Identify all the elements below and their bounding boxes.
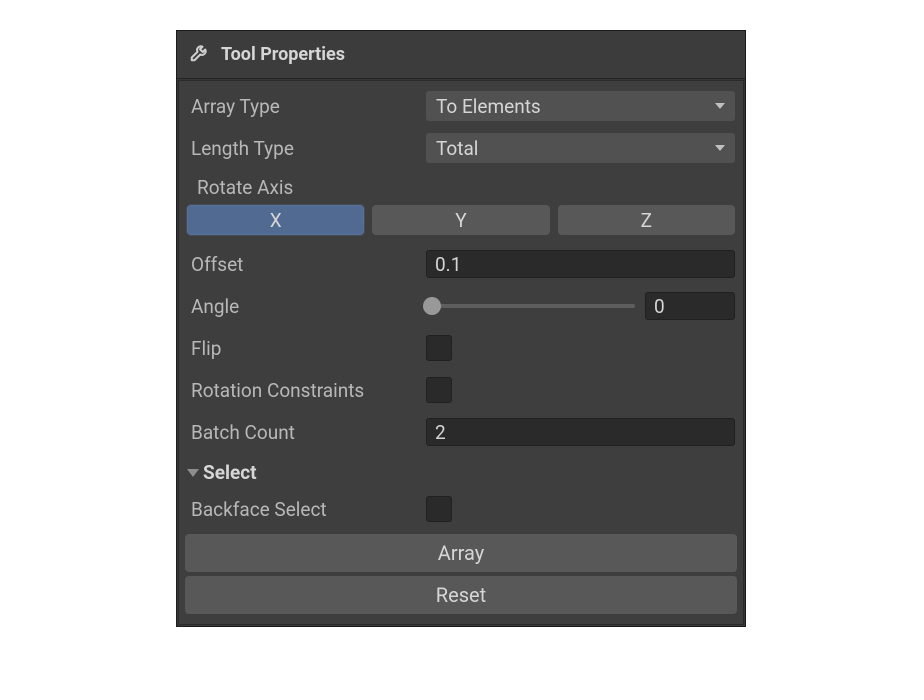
row-flip: Flip xyxy=(183,327,739,369)
row-rotation-constraints: Rotation Constraints xyxy=(183,369,739,411)
dropdown-length-type[interactable]: Total xyxy=(426,133,735,163)
slider-angle-thumb[interactable] xyxy=(423,297,441,315)
input-offset[interactable]: 0.1 xyxy=(426,250,735,278)
checkbox-backface-select[interactable] xyxy=(426,496,452,522)
label-angle: Angle xyxy=(187,295,426,318)
checkbox-rotation-constraints[interactable] xyxy=(426,377,452,403)
axis-button-y[interactable]: Y xyxy=(372,205,549,235)
axis-button-z[interactable]: Z xyxy=(558,205,735,235)
input-batch-count[interactable]: 2 xyxy=(426,418,735,446)
chevron-down-icon xyxy=(187,469,199,477)
panel-body: Array Type To Elements Length Type Total… xyxy=(178,80,744,625)
reset-button[interactable]: Reset xyxy=(185,576,737,614)
panel-header: Tool Properties xyxy=(177,31,745,79)
row-batch-count: Batch Count 2 xyxy=(183,411,739,453)
row-array-type: Array Type To Elements xyxy=(183,85,739,127)
label-flip: Flip xyxy=(187,337,426,360)
slider-angle[interactable] xyxy=(426,304,635,308)
dropdown-length-type-value: Total xyxy=(436,137,478,160)
label-offset: Offset xyxy=(187,253,426,276)
chevron-down-icon xyxy=(715,145,725,151)
row-offset: Offset 0.1 xyxy=(183,243,739,285)
row-rotate-axis-label: Rotate Axis xyxy=(183,169,739,201)
panel-title: Tool Properties xyxy=(221,44,345,65)
dropdown-array-type-value: To Elements xyxy=(436,95,541,118)
input-angle[interactable]: 0 xyxy=(645,292,735,320)
slider-angle-wrap: 0 xyxy=(426,292,735,320)
rotate-axis-group: X Y Z xyxy=(183,201,739,243)
row-angle: Angle 0 xyxy=(183,285,739,327)
chevron-down-icon xyxy=(715,103,725,109)
checkbox-flip[interactable] xyxy=(426,335,452,361)
axis-button-x[interactable]: X xyxy=(187,205,364,235)
wrench-icon xyxy=(189,41,211,68)
dropdown-array-type[interactable]: To Elements xyxy=(426,91,735,121)
label-length-type: Length Type xyxy=(187,137,426,160)
section-select-header[interactable]: Select xyxy=(183,453,739,488)
tool-properties-panel: Tool Properties Array Type To Elements L… xyxy=(176,30,746,627)
label-backface-select: Backface Select xyxy=(187,498,426,521)
label-array-type: Array Type xyxy=(187,95,426,118)
array-button[interactable]: Array xyxy=(185,534,737,572)
section-select-title: Select xyxy=(203,461,257,484)
row-backface-select: Backface Select xyxy=(183,488,739,530)
row-length-type: Length Type Total xyxy=(183,127,739,169)
label-batch-count: Batch Count xyxy=(187,421,426,444)
label-rotate-axis: Rotate Axis xyxy=(187,176,432,199)
label-rotation-constraints: Rotation Constraints xyxy=(187,379,426,402)
